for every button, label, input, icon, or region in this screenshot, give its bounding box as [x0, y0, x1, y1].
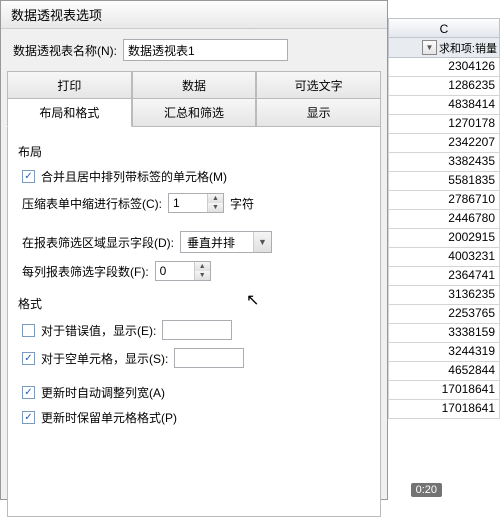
preserve-checkbox[interactable]: ✓	[22, 411, 35, 424]
table-cell[interactable]: 4003231	[388, 248, 500, 267]
filter-dropdown-icon[interactable]: ▼	[422, 40, 437, 55]
merge-checkbox[interactable]: ✓	[22, 170, 35, 183]
spinner-up-icon[interactable]: ▲	[195, 262, 210, 271]
table-cell[interactable]: 4652844	[388, 362, 500, 381]
tab-data[interactable]: 数据	[132, 71, 257, 99]
empty-value-input[interactable]	[174, 348, 244, 368]
pivot-options-dialog: 数据透视表选项 数据透视表名称(N): 打印 数据 可选文字 布局和格式 汇总和…	[0, 0, 388, 500]
spinner-up-icon[interactable]: ▲	[208, 194, 223, 203]
fields-per-spinner[interactable]: ▲▼	[155, 261, 211, 281]
table-cell[interactable]: 2253765	[388, 305, 500, 324]
table-cell[interactable]: 2364741	[388, 267, 500, 286]
filter-area-value: 垂直并排	[181, 234, 253, 251]
table-cell[interactable]: 2786710	[388, 191, 500, 210]
field-header-label: 求和项:销量	[439, 40, 497, 56]
table-cell[interactable]: 17018641	[388, 381, 500, 400]
table-cell[interactable]: 2304126	[388, 58, 500, 77]
table-cell[interactable]: 3136235	[388, 286, 500, 305]
table-cell[interactable]: 1270178	[388, 115, 500, 134]
empty-checkbox[interactable]: ✓	[22, 352, 35, 365]
indent-label: 压缩表单中缩进行标签(C):	[22, 195, 162, 212]
autofit-label: 更新时自动调整列宽(A)	[41, 384, 165, 401]
table-cell[interactable]: 5581835	[388, 172, 500, 191]
tab-print[interactable]: 打印	[7, 71, 132, 99]
error-value-input[interactable]	[162, 320, 232, 340]
spinner-down-icon[interactable]: ▼	[195, 271, 210, 280]
indent-unit: 字符	[230, 195, 254, 212]
filter-area-combo[interactable]: 垂直并排 ▼	[180, 231, 272, 253]
fields-per-label: 每列报表筛选字段数(F):	[22, 263, 149, 280]
table-cell[interactable]: 2002915	[388, 229, 500, 248]
chevron-down-icon[interactable]: ▼	[253, 232, 271, 252]
layout-format-panel: 布局 ✓ 合并且居中排列带标签的单元格(M) 压缩表单中缩进行标签(C): ▲▼…	[7, 127, 381, 517]
table-cell[interactable]: 3382435	[388, 153, 500, 172]
video-timestamp: 0:20	[411, 483, 442, 497]
indent-value[interactable]	[169, 194, 207, 212]
tab-display[interactable]: 显示	[256, 98, 381, 127]
fields-per-value[interactable]	[156, 262, 194, 280]
indent-spinner[interactable]: ▲▼	[168, 193, 224, 213]
tab-alt-text[interactable]: 可选文字	[256, 71, 381, 99]
merge-label: 合并且居中排列带标签的单元格(M)	[41, 168, 227, 185]
table-cell[interactable]: 2342207	[388, 134, 500, 153]
filter-area-label: 在报表筛选区域显示字段(D):	[22, 234, 174, 251]
autofit-checkbox[interactable]: ✓	[22, 386, 35, 399]
empty-label: 对于空单元格，显示(S):	[41, 350, 168, 367]
spreadsheet-fragment: C ▼ 求和项:销量 23041261286235483841412701782…	[388, 0, 500, 500]
error-checkbox[interactable]	[22, 324, 35, 337]
field-header[interactable]: ▼ 求和项:销量	[388, 38, 500, 58]
section-layout: 布局	[18, 143, 366, 160]
section-format: 格式	[18, 295, 366, 312]
error-label: 对于错误值，显示(E):	[41, 322, 156, 339]
table-cell[interactable]: 2446780	[388, 210, 500, 229]
column-header-c[interactable]: C	[388, 18, 500, 38]
table-cell[interactable]: 4838414	[388, 96, 500, 115]
table-cell[interactable]: 17018641	[388, 400, 500, 419]
table-cell[interactable]: 3338159	[388, 324, 500, 343]
tab-layout-format[interactable]: 布局和格式	[7, 98, 132, 127]
pivot-name-label: 数据透视表名称(N):	[13, 42, 117, 59]
dialog-title: 数据透视表选项	[1, 1, 387, 29]
preserve-label: 更新时保留单元格格式(P)	[41, 409, 177, 426]
table-cell[interactable]: 3244319	[388, 343, 500, 362]
tab-totals-filter[interactable]: 汇总和筛选	[132, 98, 257, 127]
table-cell[interactable]: 1286235	[388, 77, 500, 96]
spinner-down-icon[interactable]: ▼	[208, 203, 223, 212]
pivot-name-input[interactable]	[123, 39, 288, 61]
